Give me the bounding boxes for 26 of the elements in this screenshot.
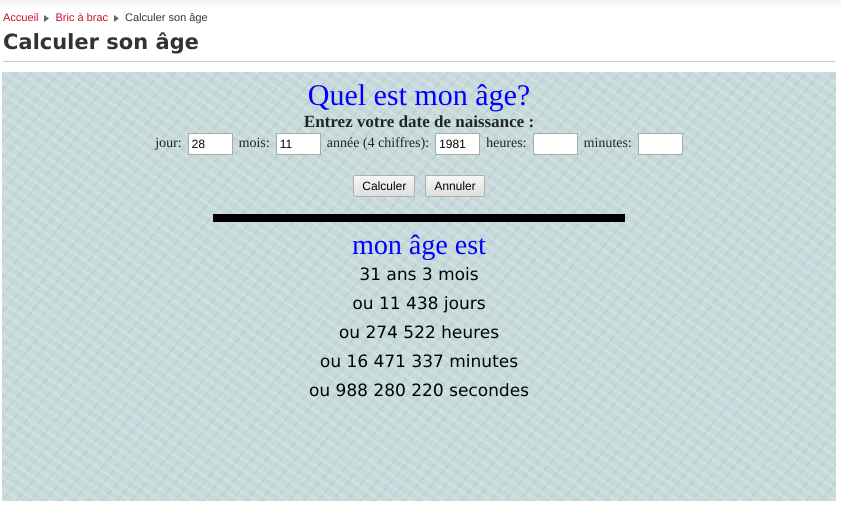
breadcrumb-link[interactable]: Bric à brac	[55, 10, 108, 26]
field-label: minutes:	[584, 135, 632, 154]
field-label: année (4 chiffres):	[326, 135, 430, 154]
breadcrumb-link[interactable]: Accueil	[3, 10, 38, 26]
field-label: mois:	[238, 135, 270, 154]
input-field[interactable]: 11	[276, 132, 321, 155]
result-title: mon âge est	[351, 230, 487, 261]
separator-icon	[114, 14, 120, 22]
result-line: ou 16 471 337 minutes	[320, 352, 518, 372]
separator-icon	[44, 14, 50, 22]
input-field[interactable]	[638, 132, 683, 155]
result-line: ou 274 522 heures	[338, 322, 500, 343]
input-field[interactable]: 1981	[435, 132, 480, 155]
form-button[interactable]: Calculer	[353, 174, 416, 197]
form-button[interactable]: Annuler	[425, 174, 485, 197]
result-line: 31 ans 3 mois	[359, 264, 479, 285]
form-title: Quel est mon âge?	[306, 80, 532, 112]
input-field[interactable]: 28	[188, 132, 233, 155]
prompt-text: Entrez votre date de naissance :	[302, 112, 536, 131]
field-label: jour:	[155, 135, 182, 154]
result-line: ou 11 438 jours	[352, 294, 486, 314]
input-field[interactable]	[532, 132, 578, 155]
page-title: Calculer son âge	[3, 30, 835, 62]
result-line: ou 988 280 220 secondes	[308, 380, 530, 401]
field-label: heures:	[486, 135, 527, 154]
breadcrumb-current: Calculer son âge	[125, 11, 208, 26]
